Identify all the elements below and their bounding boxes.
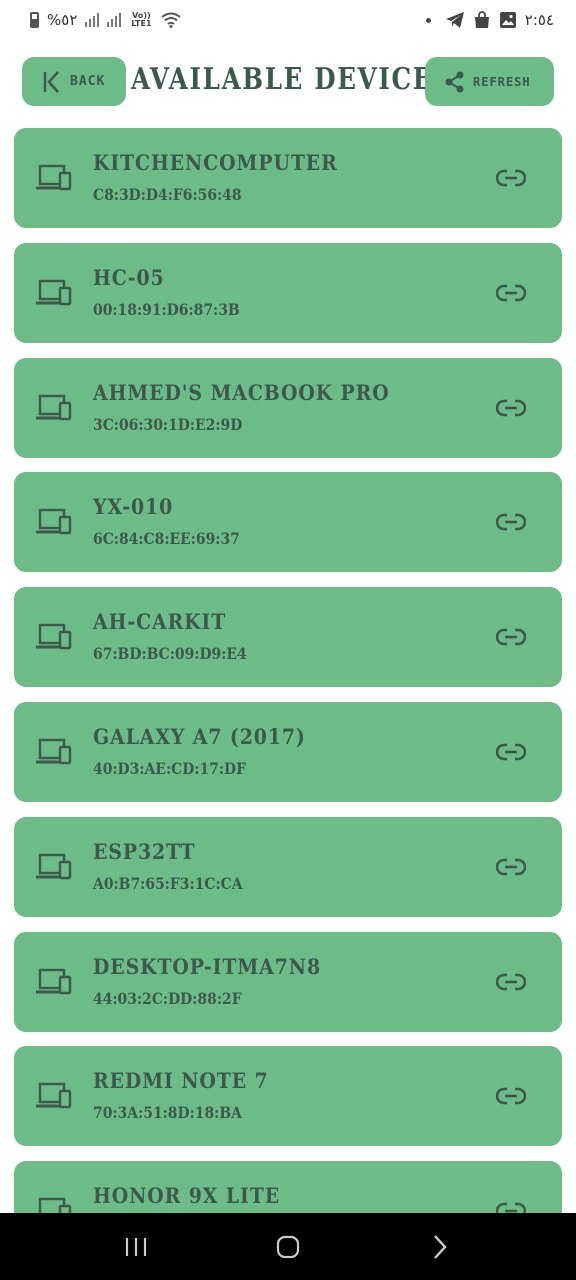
- devices-icon: [38, 1197, 72, 1213]
- devices-icon: [36, 853, 72, 879]
- gallery-icon: [499, 12, 516, 28]
- device-name: Redmi Note 7: [93, 1068, 269, 1094]
- home-button[interactable]: [258, 1222, 318, 1272]
- device-mac-address: A0:B7:65:F3:1C:CA: [93, 873, 243, 893]
- signal-icon-2: [107, 13, 122, 27]
- link-icon[interactable]: [496, 855, 526, 879]
- battery-percentage: %٥٢: [47, 11, 78, 29]
- device-card[interactable]: YX-010 6C:84:C8:EE:69:37: [14, 472, 562, 573]
- back-icon: [43, 70, 59, 93]
- device-card[interactable]: Galaxy A7 (2017) 40:D3:AE:CD:17:DF: [14, 701, 562, 802]
- link-icon[interactable]: [496, 970, 526, 994]
- link-icon[interactable]: [496, 281, 526, 305]
- back-nav-button[interactable]: [410, 1222, 470, 1272]
- devices-icon: [36, 623, 72, 650]
- chevron-right-icon: [434, 1234, 447, 1259]
- devices-icon: [36, 968, 72, 994]
- device-name: Galaxy A7 (2017): [93, 723, 306, 749]
- device-card[interactable]: HONOR 9X Lite: [14, 1161, 562, 1213]
- device-mac-address: 00:18:91:D6:87:3B: [93, 299, 240, 319]
- device-mac-address: 67:BD:BC:09:D9:E4: [93, 644, 247, 664]
- device-mac-address: 44:03:2C:DD:88:2F: [93, 988, 242, 1008]
- device-name: AH-CARKIT: [93, 609, 227, 635]
- shopping-bag-icon: [474, 11, 489, 28]
- device-name: HONOR 9X Lite: [93, 1183, 281, 1209]
- device-mac-address: 70:3A:51:8D:18:BA: [93, 1103, 242, 1123]
- refresh-label: Refresh: [473, 74, 531, 89]
- device-mac-address: 3C:06:30:1D:E2:9D: [93, 414, 243, 434]
- back-label: Back: [70, 74, 106, 89]
- devices-icon: [36, 1083, 72, 1109]
- device-name: HC-05: [93, 264, 165, 290]
- device-list[interactable]: KitchenComputer C8:3D:D4:F6:56:48 HC-05 …: [14, 128, 562, 1213]
- device-card[interactable]: Ahmed's MacBook Pro 3C:06:30:1D:E2:9D: [14, 357, 562, 458]
- home-icon: [276, 1235, 300, 1258]
- devices-icon: [36, 394, 72, 420]
- device-card[interactable]: AH-CARKIT 67:BD:BC:09:D9:E4: [14, 587, 562, 688]
- device-name: Ahmed's MacBook Pro: [93, 379, 390, 405]
- wifi-icon: [161, 12, 182, 28]
- status-right: ٢:٥٤: [425, 11, 554, 29]
- device-card[interactable]: Redmi Note 7 70:3A:51:8D:18:BA: [14, 1046, 562, 1147]
- device-mac-address: 40:D3:AE:CD:17:DF: [93, 758, 247, 778]
- header: Back Available Devices Refresh: [0, 56, 576, 108]
- link-icon[interactable]: [496, 1199, 526, 1213]
- devices-icon: [36, 164, 72, 191]
- device-name: KitchenComputer: [93, 150, 338, 175]
- lte-indicator: Vo)) LTE1: [131, 11, 152, 28]
- link-icon[interactable]: [496, 396, 526, 420]
- status-left: %٥٢ Vo)) LTE1: [30, 11, 182, 29]
- device-mac-address: C8:3D:D4:F6:56:48: [93, 185, 242, 204]
- link-icon[interactable]: [496, 625, 526, 649]
- devices-icon: [36, 509, 72, 535]
- link-icon[interactable]: [496, 510, 526, 534]
- back-button[interactable]: Back: [22, 57, 126, 106]
- device-card[interactable]: ESP32TT A0:B7:65:F3:1C:CA: [14, 816, 562, 917]
- page-title: Available Devices: [131, 62, 453, 97]
- device-name: ESP32TT: [93, 838, 196, 864]
- device-card[interactable]: HC-05 00:18:91:D6:87:3B: [14, 242, 562, 343]
- notification-dot-icon: [425, 17, 431, 23]
- share-icon: [445, 71, 464, 92]
- device-name: YX-010: [93, 494, 174, 520]
- recent-apps-button[interactable]: [106, 1222, 166, 1272]
- device-mac-address: 6C:84:C8:EE:69:37: [93, 529, 240, 549]
- signal-icon: [85, 13, 100, 27]
- battery-icon: [30, 12, 39, 28]
- device-name: DESKTOP-ITMA7N8: [93, 953, 321, 979]
- device-card[interactable]: DESKTOP-ITMA7N8 44:03:2C:DD:88:2F: [14, 931, 562, 1032]
- clock: ٢:٥٤: [524, 11, 554, 29]
- refresh-button[interactable]: Refresh: [425, 57, 554, 106]
- link-icon[interactable]: [496, 166, 526, 190]
- devices-icon: [36, 279, 72, 305]
- system-nav-bar: [0, 1213, 576, 1280]
- devices-icon: [36, 738, 72, 765]
- link-icon[interactable]: [496, 740, 526, 764]
- link-icon[interactable]: [496, 1084, 526, 1108]
- device-card[interactable]: KitchenComputer C8:3D:D4:F6:56:48: [14, 128, 562, 228]
- telegram-icon: [445, 12, 464, 28]
- recent-apps-icon: [125, 1237, 147, 1256]
- status-bar: %٥٢ Vo)) LTE1 ٢:٥٤: [0, 0, 576, 40]
